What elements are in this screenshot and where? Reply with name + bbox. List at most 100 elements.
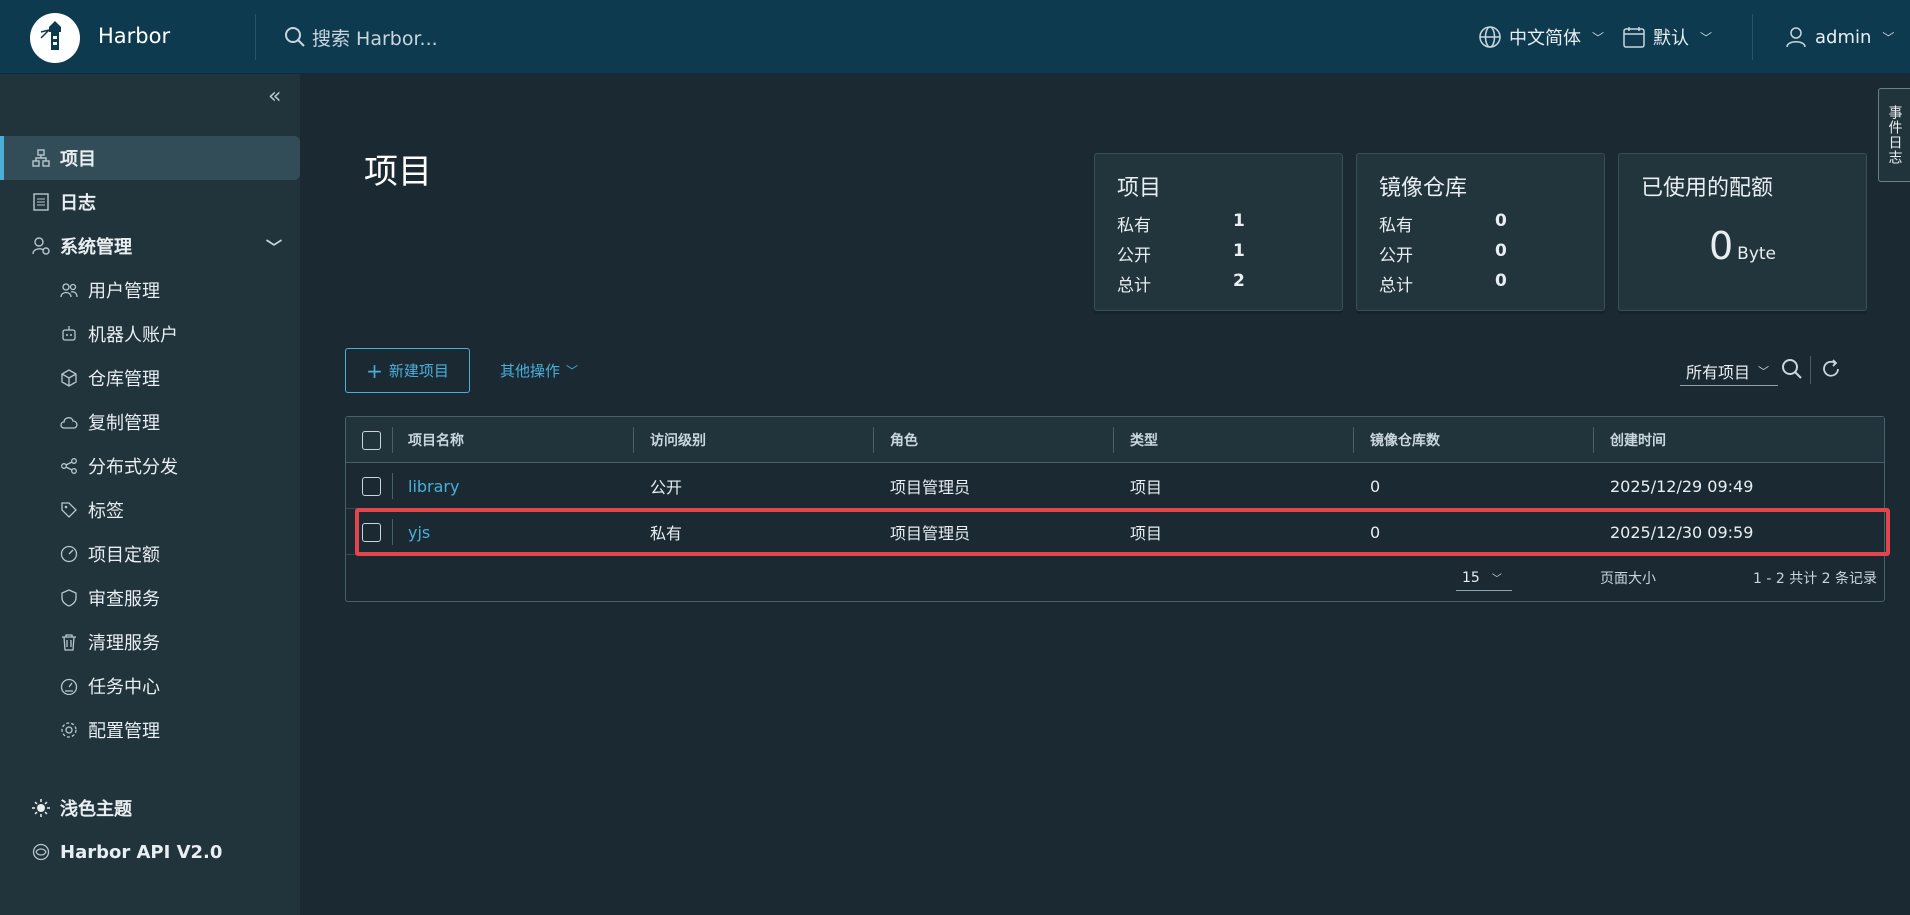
sidebar-item-users[interactable]: 用户管理 — [0, 268, 300, 312]
sidebar-item-label: 日志 — [60, 193, 96, 214]
top-header: Harbor 搜索 Harbor... 中文简体 ﹀ 默认 ﹀ admin ﹀ — [0, 0, 1910, 74]
robot-icon — [58, 325, 80, 343]
sidebar-item-label: 审查服务 — [88, 589, 160, 610]
sidebar-item-project-quotas[interactable]: 项目定额 — [0, 532, 300, 576]
page-size-value: 15 — [1462, 569, 1480, 586]
user-menu[interactable]: admin ﹀ — [1784, 22, 1894, 52]
card-row-value: 2 — [1233, 271, 1245, 291]
table-footer: 页面大小 15 ﹀ 1 - 2 共计 2 条记录 — [346, 555, 1884, 601]
column-header-creation-time[interactable]: 创建时间 — [1610, 417, 1666, 463]
quota-value: 0 Byte — [1619, 224, 1866, 268]
card-row-label: 私有 — [1379, 216, 1413, 236]
quota-unit: Byte — [1737, 244, 1777, 264]
column-header-type[interactable]: 类型 — [1130, 417, 1158, 463]
other-actions-dropdown[interactable]: 其他操作 ﹀ — [500, 348, 578, 393]
chevron-down-icon: ﹀ — [1700, 30, 1713, 45]
sidebar-item-logs[interactable]: 日志 — [0, 180, 300, 224]
column-header-name[interactable]: 项目名称 — [408, 417, 464, 463]
type: 项目 — [1130, 478, 1163, 497]
log-icon — [30, 193, 52, 211]
chevron-down-icon: ﹀ — [265, 238, 282, 257]
repository-summary-card: 镜像仓库 私有 0 公开 0 总计 0 — [1356, 153, 1605, 311]
chevron-down-icon: ﹀ — [1882, 30, 1895, 45]
access-level: 公开 — [650, 478, 683, 497]
card-title: 已使用的配额 — [1641, 176, 1774, 201]
sidebar-item-projects[interactable]: 项目 — [0, 136, 300, 180]
sidebar-item-registries[interactable]: 仓库管理 — [0, 356, 300, 400]
dashboard-icon — [58, 677, 80, 695]
card-row-value: 0 — [1495, 241, 1507, 261]
card-row-value: 0 — [1495, 271, 1507, 291]
sidebar-item-label: 系统管理 — [60, 237, 132, 258]
shield-icon — [58, 589, 80, 607]
project-filter-select[interactable]: 所有项目 ﹀ — [1680, 356, 1778, 386]
column-separator — [873, 427, 874, 453]
user-name: admin — [1815, 26, 1872, 48]
sidebar-item-labels[interactable]: 标签 — [0, 488, 300, 532]
sidebar-item-job-service[interactable]: 任务中心 — [0, 664, 300, 708]
card-row-value: 0 — [1495, 211, 1507, 231]
chevron-down-icon: ﹀ — [1592, 30, 1605, 45]
card-row-value: 1 — [1233, 241, 1245, 261]
calendar-icon — [1623, 27, 1645, 48]
card-row-label: 公开 — [1379, 246, 1413, 266]
global-search[interactable]: 搜索 Harbor... — [284, 22, 438, 52]
user-icon — [1786, 27, 1806, 48]
sidebar-item-configuration[interactable]: 配置管理 — [0, 708, 300, 752]
search-icon[interactable] — [1781, 358, 1803, 385]
tag-icon — [58, 501, 80, 519]
sidebar-item-label: 用户管理 — [88, 281, 160, 302]
card-title: 项目 — [1117, 176, 1162, 201]
column-separator — [1353, 427, 1354, 453]
new-project-button[interactable]: + 新建项目 — [345, 348, 470, 393]
card-row-total: 总计 2 — [1117, 271, 1317, 296]
sidebar-item-interrogation-services[interactable]: 审查服务 — [0, 576, 300, 620]
lighthouse-icon — [36, 19, 74, 57]
theme-toggle[interactable]: 浅色主题 — [0, 786, 300, 830]
card-row-label: 总计 — [1117, 276, 1151, 296]
sidebar-item-robot-accounts[interactable]: 机器人账户 — [0, 312, 300, 356]
harbor-api-link[interactable]: Harbor API V2.0 — [0, 830, 300, 874]
column-header-role[interactable]: 角色 — [890, 417, 918, 463]
role: 项目管理员 — [890, 478, 971, 497]
sidebar-item-replications[interactable]: 复制管理 — [0, 400, 300, 444]
refresh-icon[interactable] — [1820, 358, 1842, 385]
column-separator — [392, 427, 393, 453]
replication-icon — [58, 414, 80, 430]
column-separator — [633, 427, 634, 453]
api-icon — [30, 843, 52, 861]
harbor-logo[interactable] — [30, 13, 80, 63]
card-row-label: 私有 — [1117, 216, 1151, 236]
system-admin-icon — [30, 237, 52, 255]
highlighted-row-outline — [355, 508, 1890, 556]
repo-count: 0 — [1370, 476, 1381, 496]
sidebar-item-distributions[interactable]: 分布式分发 — [0, 444, 300, 488]
card-row-total: 总计 0 — [1379, 271, 1579, 296]
datetime-format-selector[interactable]: 默认 ﹀ — [1622, 22, 1712, 52]
sidebar-item-label: 机器人账户 — [88, 325, 178, 346]
select-all-checkbox[interactable] — [362, 417, 381, 463]
chevron-down-icon: ﹀ — [1758, 364, 1770, 378]
column-header-access[interactable]: 访问级别 — [650, 417, 706, 463]
chevron-down-icon: ﹀ — [566, 364, 579, 378]
header-divider — [255, 14, 256, 60]
card-row-label: 总计 — [1379, 276, 1413, 296]
language-selector[interactable]: 中文简体 ﹀ — [1478, 22, 1604, 52]
project-name-link[interactable]: library — [408, 463, 459, 509]
column-header-repo-count[interactable]: 镜像仓库数 — [1370, 417, 1440, 463]
page-title: 项目 — [364, 152, 432, 192]
pagination-summary: 1 - 2 共计 2 条记录 — [1753, 571, 1878, 587]
card-row-private: 私有 0 — [1379, 211, 1579, 236]
page-size-select[interactable]: 15 ﹀ — [1456, 565, 1512, 591]
card-row-public: 公开 1 — [1117, 241, 1317, 266]
sidebar-item-label: 标签 — [88, 501, 124, 522]
sidebar-item-system-admin[interactable]: 系统管理 ﹀ — [0, 224, 300, 268]
row-checkbox[interactable] — [362, 463, 381, 509]
collapse-sidebar-icon[interactable]: « — [268, 84, 281, 109]
quota-icon — [58, 545, 80, 563]
search-icon — [285, 27, 305, 47]
card-row-value: 1 — [1233, 211, 1245, 231]
sidebar-item-clean-up[interactable]: 清理服务 — [0, 620, 300, 664]
event-log-tab[interactable]: 事件日志 — [1878, 88, 1910, 182]
quota-number: 0 — [1708, 224, 1734, 268]
